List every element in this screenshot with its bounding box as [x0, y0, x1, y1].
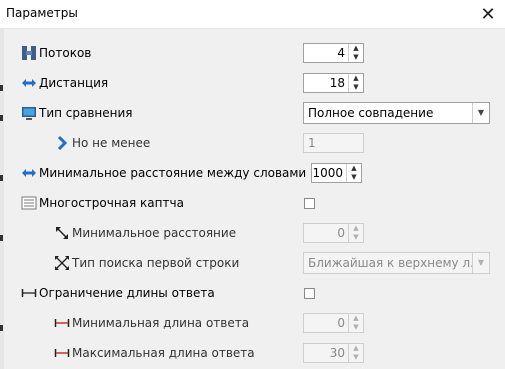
chevron-down-icon[interactable]: ▼: [472, 253, 489, 273]
not-less-value: 1: [308, 136, 316, 150]
min-distance-label: Минимальное расстояние: [72, 226, 237, 240]
spin-up-button[interactable]: ▲: [349, 344, 363, 353]
row-answer-length-limit: Ограничение длины ответа: [0, 282, 505, 304]
row-min-distance: Минимальное расстояние 0 ▲ ▼: [0, 222, 505, 244]
horizontal-arrows-icon: [22, 79, 36, 87]
horizontal-arrows-icon: [22, 169, 36, 177]
not-less-field[interactable]: 1: [303, 133, 364, 153]
threads-stepper[interactable]: 4 ▲ ▼: [303, 43, 364, 63]
spin-down-button[interactable]: ▼: [349, 323, 363, 332]
monitor-icon: [22, 107, 36, 120]
min-word-distance-stepper[interactable]: 1000 ▲ ▼: [311, 163, 362, 183]
first-line-search-label: Тип поиска первой строки: [72, 256, 240, 270]
answer-length-limit-checkbox[interactable]: [304, 288, 315, 299]
compare-type-select[interactable]: Полное совпадение ▼: [303, 102, 490, 124]
spin-up-button[interactable]: ▲: [349, 224, 363, 233]
row-min-answer-length: Минимальная длина ответа 0 ▲ ▼: [0, 312, 505, 334]
min-answer-length-label: Минимальная длина ответа: [72, 316, 250, 330]
min-distance-value: 0: [337, 226, 345, 240]
chevron-down-icon[interactable]: ▼: [472, 103, 489, 123]
spin-up-button[interactable]: ▲: [347, 164, 361, 173]
distance-value: 18: [329, 76, 345, 90]
close-button[interactable]: ✕: [471, 0, 505, 28]
compare-type-label: Тип сравнения: [39, 106, 133, 120]
multiline-captcha-checkbox[interactable]: [304, 198, 315, 209]
min-distance-stepper[interactable]: 0 ▲ ▼: [303, 223, 364, 243]
threads-value: 4: [337, 46, 345, 60]
min-word-distance-label: Минимальное расстояние между словами: [39, 166, 307, 180]
lines-icon: [21, 196, 37, 210]
row-not-less: Но не менее 1: [0, 132, 505, 154]
first-line-search-select[interactable]: Ближайшая к верхнему л... ▼: [303, 252, 490, 274]
max-answer-length-label: Максимальная длина ответа: [72, 346, 255, 360]
row-first-line-search: Тип поиска первой строки Ближайшая к вер…: [0, 252, 505, 274]
spin-up-button[interactable]: ▲: [349, 44, 363, 53]
title-bar: Параметры ✕: [0, 0, 505, 29]
spin-down-button[interactable]: ▼: [349, 83, 363, 92]
not-less-label: Но не менее: [72, 136, 151, 150]
answer-length-limit-label: Ограничение длины ответа: [39, 286, 215, 300]
red-length-bracket-icon: [54, 319, 70, 327]
row-threads: Потоков 4 ▲ ▼: [0, 42, 505, 64]
spin-up-button[interactable]: ▲: [349, 74, 363, 83]
row-min-word-distance: Минимальное расстояние между словами 100…: [0, 162, 505, 184]
diagonal-arrow-icon: [56, 227, 68, 239]
row-multiline-captcha: Многострочная каптча: [0, 192, 505, 214]
threads-label: Потоков: [39, 46, 92, 60]
spin-down-button[interactable]: ▼: [347, 173, 361, 182]
spin-down-button[interactable]: ▼: [349, 53, 363, 62]
row-max-answer-length: Максимальная длина ответа 30 ▲ ▼: [0, 342, 505, 364]
min-answer-length-stepper[interactable]: 0 ▲ ▼: [303, 313, 364, 333]
first-line-search-value: Ближайшая к верхнему л...: [308, 256, 473, 270]
spin-down-button[interactable]: ▼: [349, 353, 363, 362]
min-word-distance-value: 1000: [312, 166, 343, 180]
length-bracket-icon: [21, 289, 37, 297]
max-answer-length-value: 30: [329, 346, 345, 360]
chevron-right-icon: [57, 135, 68, 151]
distance-label: Дистанция: [39, 76, 109, 90]
multiline-captcha-label: Многострочная каптча: [39, 196, 184, 210]
min-answer-length-value: 0: [337, 316, 345, 330]
compare-type-value: Полное совпадение: [308, 106, 434, 120]
max-answer-length-stepper[interactable]: 30 ▲ ▼: [303, 343, 364, 363]
row-compare-type: Тип сравнения Полное совпадение ▼: [0, 102, 505, 124]
red-length-bracket-icon: [54, 349, 70, 357]
window-title: Параметры: [6, 6, 78, 20]
spin-down-button[interactable]: ▼: [349, 233, 363, 242]
threads-icon: [22, 46, 36, 60]
expand-arrows-icon: [55, 256, 69, 270]
distance-stepper[interactable]: 18 ▲ ▼: [303, 73, 364, 93]
spin-up-button[interactable]: ▲: [349, 314, 363, 323]
row-distance: Дистанция 18 ▲ ▼: [0, 72, 505, 94]
